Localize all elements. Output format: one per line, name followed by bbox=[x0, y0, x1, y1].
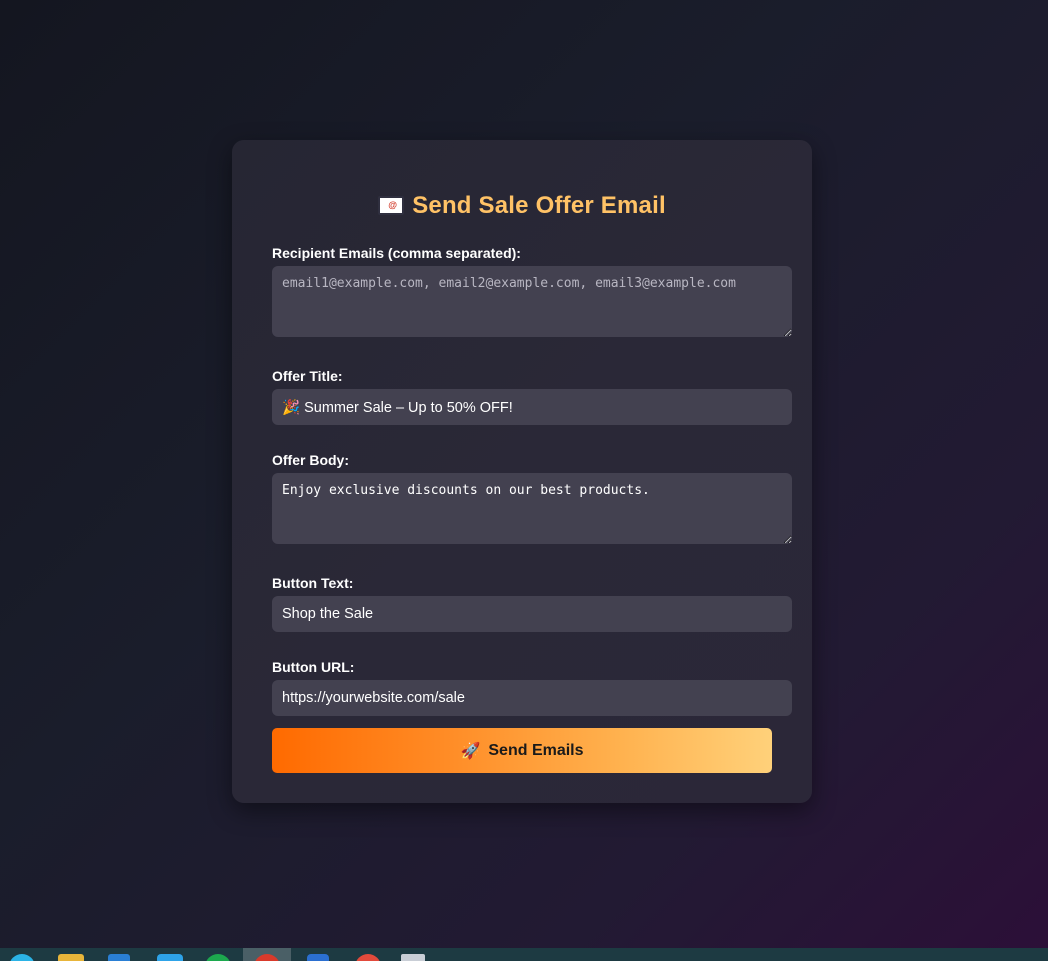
notepad-icon[interactable] bbox=[401, 954, 425, 961]
envelope-icon bbox=[378, 196, 405, 215]
button-text-label: Button Text: bbox=[272, 575, 354, 591]
send-emails-button[interactable]: 🚀 Send Emails bbox=[272, 728, 772, 773]
send-emails-label: Send Emails bbox=[488, 741, 584, 759]
button-text-input[interactable] bbox=[272, 596, 792, 632]
offer-title-input[interactable] bbox=[272, 389, 792, 425]
recipients-label: Recipient Emails (comma separated): bbox=[272, 245, 521, 261]
app-icon[interactable] bbox=[355, 954, 381, 961]
offer-body-input[interactable]: Enjoy exclusive discounts on our best pr… bbox=[272, 473, 792, 544]
vscode-icon[interactable] bbox=[157, 954, 183, 961]
title-text: Send Sale Offer Email bbox=[412, 192, 666, 219]
button-url-input[interactable] bbox=[272, 680, 792, 716]
offer-title-label: Offer Title: bbox=[272, 368, 343, 384]
browser-icon[interactable] bbox=[9, 954, 35, 961]
recipients-input[interactable] bbox=[272, 266, 792, 337]
offer-body-label: Offer Body: bbox=[272, 452, 349, 468]
taskbar bbox=[0, 948, 1048, 961]
edge-icon[interactable] bbox=[307, 954, 329, 961]
folder-icon[interactable] bbox=[58, 954, 84, 961]
whatsapp-icon[interactable] bbox=[205, 954, 231, 961]
page-title: Send Sale Offer Email bbox=[232, 192, 812, 220]
rocket-icon: 🚀 bbox=[460, 742, 481, 760]
store-icon[interactable] bbox=[108, 954, 130, 961]
email-form-card: Send Sale Offer Email Recipient Emails (… bbox=[232, 140, 812, 803]
button-url-label: Button URL: bbox=[272, 659, 355, 675]
